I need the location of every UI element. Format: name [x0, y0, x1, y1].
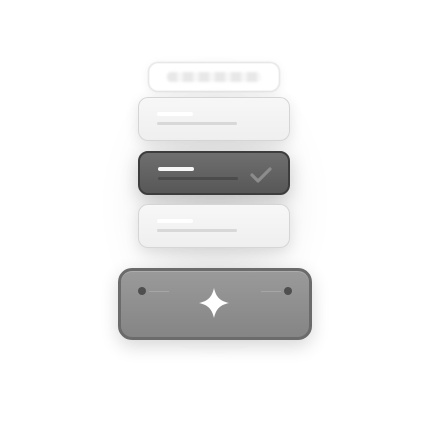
faded-header-chip: [148, 62, 280, 92]
list-item-2-selected[interactable]: [138, 151, 290, 195]
button-right-rail: [261, 291, 281, 292]
item-title-line: [157, 219, 193, 223]
item-subtitle-line: [157, 229, 237, 232]
sparkle-icon: [199, 288, 229, 318]
blurred-header-text: [167, 72, 261, 82]
item-subtitle-line: [157, 122, 237, 125]
list-item-3[interactable]: [138, 204, 290, 248]
button-left-dot: [138, 287, 146, 295]
button-left-rail: [149, 291, 169, 292]
item-title-line: [158, 167, 194, 171]
item-subtitle-line: [158, 177, 238, 180]
check-icon: [250, 167, 272, 183]
button-right-dot: [284, 287, 292, 295]
sparkle-action-button[interactable]: [118, 268, 312, 340]
list-item-1[interactable]: [138, 97, 290, 141]
item-title-line: [157, 112, 193, 116]
illustration-stage: [0, 0, 430, 430]
